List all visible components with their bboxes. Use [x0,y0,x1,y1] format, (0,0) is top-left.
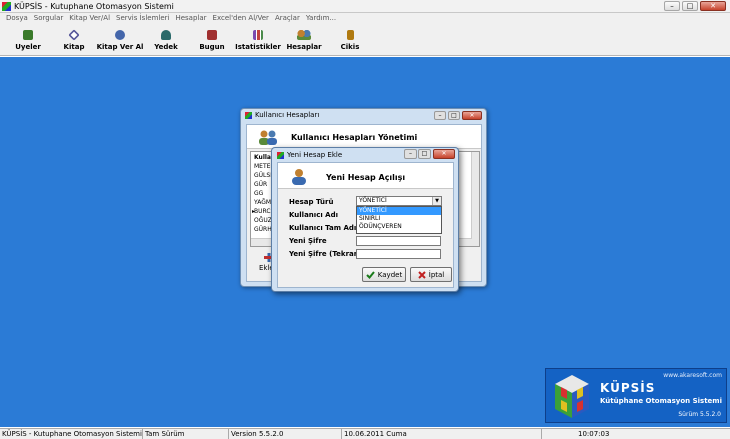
option-yonetici[interactable]: YÖNETİCİ [357,207,441,215]
account-type-label: Hesap Türü [289,198,334,206]
username-label: Kullanıcı Adı [289,211,339,219]
menu-kitap-ver-al[interactable]: Kitap Ver/Al [66,13,113,24]
new-account-dialog-title: Yeni Hesap Ekle [287,151,343,159]
toolbar-book-lend-button[interactable]: Kitap Ver Al [97,24,143,56]
status-version: Version 5.5.2.0 [229,429,342,439]
status-time: 10:07:03 [578,430,610,438]
accounts-header: Kullanıcı Hesapları Yönetimi [247,125,481,149]
check-icon [366,270,375,279]
toolbar: Uyeler Kitap Kitap Ver Al Yedek Bugun Is… [0,24,730,56]
toolbar-label: Istatistikler [235,43,281,51]
statistics-icon [253,30,263,40]
app-titlebar: KÜPSİS - Kutuphane Otomasyon Sistemi – □… [0,0,730,13]
toolbar-exit-button[interactable]: Cikis [327,24,373,56]
save-button-label: Kaydet [377,270,403,279]
logo-subtitle: Kütüphane Otomasyon Sistemi [600,397,722,405]
dialog-minimize-button[interactable]: – [404,149,417,159]
toolbar-backup-button[interactable]: Yedek [143,24,189,56]
status-bar: KÜPSİS - Kutuphane Otomasyon Sistemi Tam… [0,428,730,439]
cross-icon [418,270,426,279]
window-controls: – □ ✕ [664,1,726,11]
toolbar-book-button[interactable]: Kitap [51,24,97,56]
today-icon [207,30,217,40]
cancel-button-label: İptal [428,270,445,279]
users-icon [259,130,277,145]
accounts-icon [297,30,311,40]
logo-version: Sürüm 5.5.2.0 [678,411,721,418]
toolbar-label: Uyeler [15,43,41,51]
maximize-button[interactable]: □ [682,1,698,11]
toolbar-label: Yedek [154,43,178,51]
accounts-maximize-button[interactable]: □ [448,111,460,120]
toolbar-label: Cikis [340,43,360,51]
user-icon [292,169,306,185]
option-oduncveren[interactable]: ÖDÜNÇVEREN [357,223,441,231]
menu-hesaplar[interactable]: Hesaplar [172,13,209,24]
password-label: Yeni Şifre [289,237,327,245]
account-type-select[interactable]: YÖNETİCİ ▼ [356,196,442,206]
members-icon [23,30,33,40]
new-account-header: Yeni Hesap Açılışı [278,163,453,189]
menu-sorgular[interactable]: Sorgular [31,13,66,24]
accounts-header-title: Kullanıcı Hesapları Yönetimi [291,133,418,142]
logo-website: www.akaresoft.com [663,372,722,379]
book-icon [68,29,80,41]
grid-vertical-scrollbar[interactable] [471,152,479,246]
toolbar-statistics-button[interactable]: Istatistikler [235,24,281,56]
toolbar-accounts-button[interactable]: Hesaplar [281,24,327,56]
toolbar-today-button[interactable]: Bugun [189,24,235,56]
menu-dosya[interactable]: Dosya [3,13,31,24]
toolbar-members-button[interactable]: Uyeler [5,24,51,56]
exit-icon [346,30,354,40]
menu-yardim[interactable]: Yardım... [303,13,339,24]
accounts-minimize-button[interactable]: – [434,111,446,120]
menu-excel[interactable]: Excel'den Al/Ver [210,13,272,24]
menu-araclar[interactable]: Araçlar [272,13,303,24]
toolbar-label: Kitap Ver Al [96,43,144,51]
app-logo-icon [2,2,11,11]
new-account-dialog: Yeni Hesap Ekle – □ ✕ Yeni Hesap Açılışı… [271,147,459,292]
window-logo-icon [245,112,252,119]
full-name-label: Kullanıcı Tam Adı [289,224,357,232]
toolbar-label: Kitap [63,43,85,51]
status-date: 10.06.2011 Cuma [342,429,542,439]
accounts-close-button[interactable]: ✕ [462,111,482,120]
password-repeat-field[interactable] [356,249,441,259]
backup-icon [161,30,171,40]
new-account-form: Yeni Hesap Açılışı Hesap Türü YÖNETİCİ ▼… [277,162,454,288]
cube-logo-icon [555,375,589,418]
chevron-down-icon[interactable]: ▼ [432,197,441,205]
dialog-logo-icon [277,152,284,159]
book-lend-icon [115,30,125,40]
account-type-dropdown: YÖNETİCİ SINIRLI ÖDÜNÇVEREN [356,206,442,234]
status-app: KÜPSİS - Kutuphane Otomasyon Sistemi [2,429,143,439]
menu-servis-islemleri[interactable]: Servis İslemleri [113,13,172,24]
accounts-window-title: Kullanıcı Hesapları [255,111,320,119]
cancel-button[interactable]: İptal [410,267,452,282]
account-type-value: YÖNETİCİ [359,197,387,204]
dialog-maximize-button[interactable]: □ [418,149,431,159]
toolbar-label: Hesaplar [286,43,322,51]
password-repeat-label: Yeni Şifre (Tekrar) [289,250,361,258]
new-account-header-title: Yeni Hesap Açılışı [326,173,406,182]
table-row[interactable]: GG [254,189,263,198]
dialog-close-button[interactable]: ✕ [433,149,455,159]
save-button[interactable]: Kaydet [362,267,406,282]
option-sinirli[interactable]: SINIRLI [357,215,441,223]
status-edition: Tam Sürüm [143,429,229,439]
minimize-button[interactable]: – [664,1,680,11]
logo-product-name: KÜPSİS [600,381,656,395]
table-row[interactable]: GÜR [254,180,267,189]
menu-bar: Dosya Sorgular Kitap Ver/Al Servis İslem… [0,13,730,24]
app-title: KÜPSİS - Kutuphane Otomasyon Sistemi [14,2,174,11]
product-logo-panel: www.akaresoft.com KÜPSİS Kütüphane Otoma… [545,368,727,423]
toolbar-label: Bugun [199,43,225,51]
password-field[interactable] [356,236,441,246]
close-button[interactable]: ✕ [700,1,726,11]
